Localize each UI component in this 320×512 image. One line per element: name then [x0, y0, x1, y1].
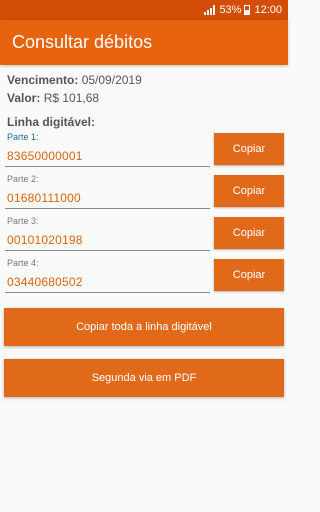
- part-1-underline: [5, 166, 210, 167]
- part-2-row: Parte 2: 01680111000 Copiar: [5, 174, 284, 212]
- part-2-field[interactable]: 01680111000: [7, 191, 81, 205]
- digitable-line-title: Linha digitável:: [7, 115, 96, 129]
- part-2-underline: [5, 208, 210, 209]
- battery-percent: 53%: [219, 4, 242, 16]
- part-4-row: Parte 4: 03440680502 Copiar: [5, 258, 284, 296]
- part-4-underline: [5, 292, 210, 293]
- amount-label: Valor:: [7, 91, 41, 105]
- part-1-label: Parte 1:: [7, 132, 39, 142]
- part-3-field[interactable]: 00101020198: [7, 233, 83, 247]
- amount-row: Valor: R$ 101,68: [7, 91, 99, 105]
- copy-part-2-button[interactable]: Copiar: [214, 175, 284, 207]
- copy-all-button[interactable]: Copiar toda a linha digitável: [4, 308, 284, 346]
- status-bar: 53% 12:00: [0, 0, 288, 20]
- part-3-underline: [5, 250, 210, 251]
- part-1-row: Parte 1: 83650000001 Copiar: [5, 132, 284, 170]
- copy-part-4-button[interactable]: Copiar: [214, 259, 284, 291]
- clock: 12:00: [254, 4, 282, 16]
- copy-part-1-button[interactable]: Copiar: [214, 133, 284, 165]
- due-date-label: Vencimento:: [7, 73, 79, 87]
- page-title: Consultar débitos: [12, 32, 153, 52]
- pdf-copy-button[interactable]: Segunda via em PDF: [4, 359, 284, 397]
- amount-value: R$ 101,68: [43, 91, 100, 105]
- part-4-label: Parte 4:: [7, 258, 39, 268]
- app-bar: Consultar débitos: [0, 20, 288, 65]
- part-2-label: Parte 2:: [7, 174, 39, 184]
- battery-icon: [244, 5, 251, 15]
- due-date-value: 05/09/2019: [81, 73, 142, 87]
- due-date-row: Vencimento: 05/09/2019: [7, 73, 142, 87]
- part-4-field[interactable]: 03440680502: [7, 275, 83, 289]
- part-1-field[interactable]: 83650000001: [7, 149, 83, 163]
- part-3-row: Parte 3: 00101020198 Copiar: [5, 216, 284, 254]
- signal-icon: [204, 5, 216, 15]
- part-3-label: Parte 3:: [7, 216, 39, 226]
- copy-part-3-button[interactable]: Copiar: [214, 217, 284, 249]
